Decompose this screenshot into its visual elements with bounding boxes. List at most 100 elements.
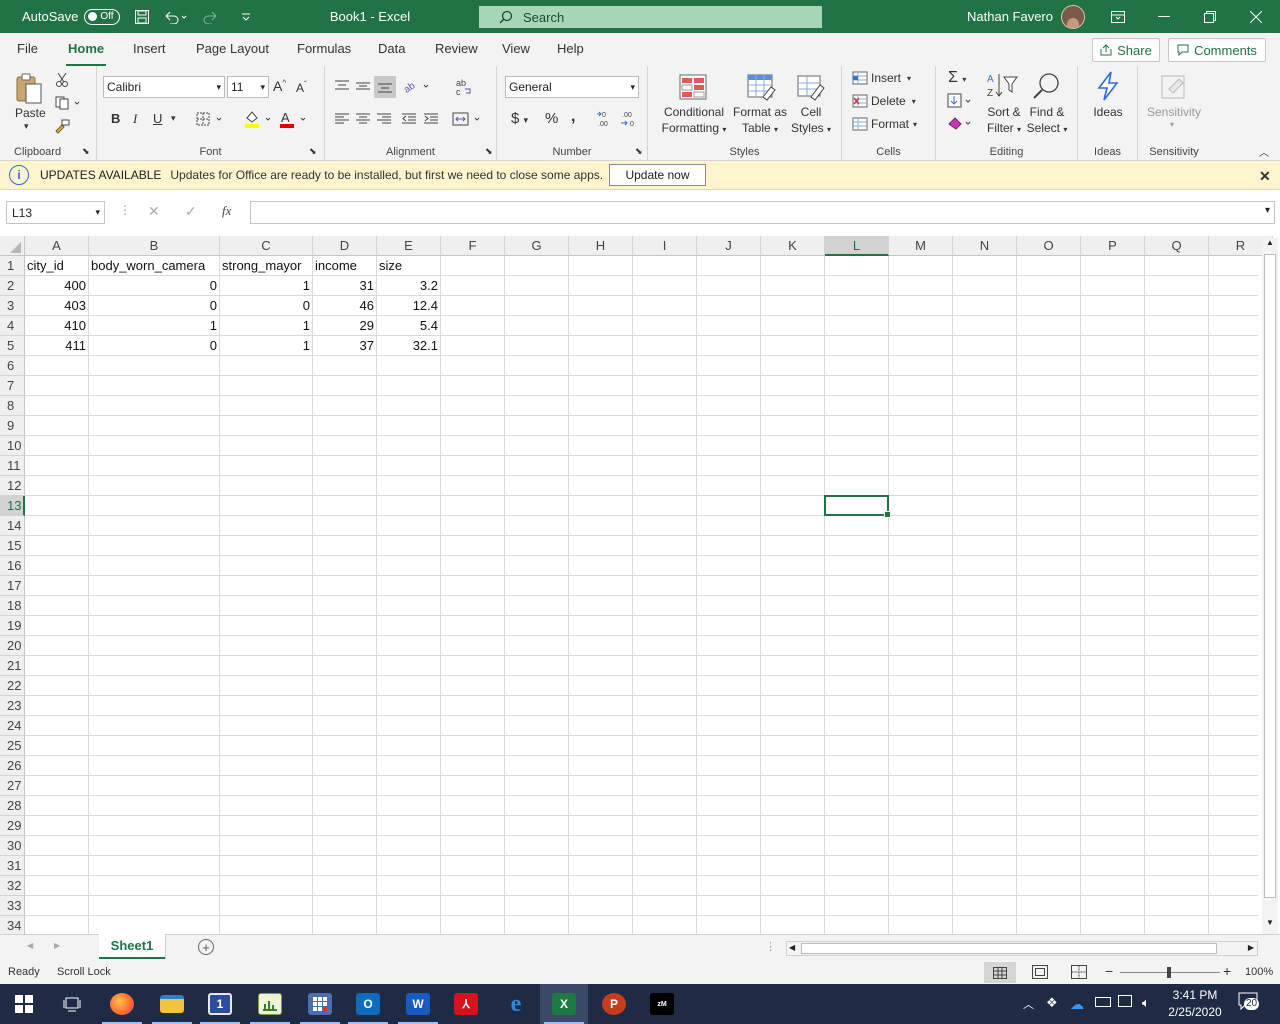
redo-icon[interactable] bbox=[198, 0, 228, 33]
vertical-scroll-thumb[interactable] bbox=[1264, 254, 1276, 898]
data-cell[interactable]: 403 bbox=[25, 296, 88, 316]
horizontal-scroll-thumb[interactable] bbox=[801, 943, 1217, 954]
action-center-icon[interactable]: 20 bbox=[1238, 992, 1264, 1016]
row-header[interactable]: 16 bbox=[0, 556, 25, 576]
data-cell[interactable]: 400 bbox=[25, 276, 88, 296]
row-header[interactable]: 1 bbox=[0, 256, 25, 276]
data-cell[interactable]: 5.4 bbox=[377, 316, 440, 336]
underline-dropdown-icon[interactable]: ▾ bbox=[171, 113, 176, 124]
format-as-table-button[interactable]: Format as Table ▾ bbox=[728, 104, 792, 138]
row-header[interactable]: 34 bbox=[0, 916, 25, 934]
outlook-icon[interactable]: O bbox=[344, 984, 392, 1024]
data-cell[interactable]: 3.2 bbox=[377, 276, 440, 296]
row-header[interactable]: 4 bbox=[0, 316, 25, 336]
column-header-d[interactable]: D bbox=[313, 236, 377, 256]
dropbox-icon[interactable]: ❖ bbox=[1046, 995, 1058, 1011]
row-header[interactable]: 10 bbox=[0, 436, 25, 456]
row-header[interactable]: 7 bbox=[0, 376, 25, 396]
find-select-button[interactable]: Find & Select ▾ bbox=[1022, 104, 1072, 138]
font-size-select[interactable]: 11 ▾ bbox=[227, 76, 269, 98]
row-header[interactable]: 29 bbox=[0, 816, 25, 836]
data-cell[interactable]: 12.4 bbox=[377, 296, 440, 316]
orientation-icon[interactable]: ab bbox=[401, 76, 433, 96]
vertical-scrollbar[interactable]: ▲ ▼ bbox=[1262, 238, 1278, 934]
column-header-a[interactable]: A bbox=[25, 236, 89, 256]
app-icon-2[interactable]: zM bbox=[638, 984, 686, 1024]
row-header[interactable]: 8 bbox=[0, 396, 25, 416]
share-button[interactable]: Share bbox=[1092, 38, 1160, 62]
save-icon[interactable] bbox=[132, 0, 152, 33]
row-header[interactable]: 32 bbox=[0, 876, 25, 896]
powerpoint-icon[interactable]: P bbox=[590, 984, 638, 1024]
file-explorer-icon[interactable] bbox=[148, 984, 196, 1024]
data-cell[interactable]: 0 bbox=[220, 296, 312, 316]
scroll-down-icon[interactable]: ▼ bbox=[1264, 918, 1276, 932]
align-middle-icon[interactable] bbox=[354, 78, 372, 94]
number-launcher-icon[interactable]: ⬊ bbox=[635, 146, 643, 157]
column-header-e[interactable]: E bbox=[377, 236, 441, 256]
autosave-toggle[interactable]: Off bbox=[84, 8, 120, 25]
cancel-entry-icon[interactable]: ✕ bbox=[148, 203, 160, 220]
copy-icon[interactable] bbox=[54, 95, 82, 111]
header-cell[interactable]: strong_mayor bbox=[220, 256, 313, 276]
data-cell[interactable]: 411 bbox=[25, 336, 88, 356]
restore-icon[interactable] bbox=[1196, 0, 1224, 33]
align-left-icon[interactable] bbox=[333, 111, 351, 127]
scroll-left-icon[interactable]: ◀ bbox=[789, 943, 795, 952]
search-box[interactable]: Search bbox=[479, 6, 822, 28]
update-now-button[interactable]: Update now bbox=[609, 164, 706, 186]
fill-icon[interactable] bbox=[946, 92, 974, 110]
italic-button[interactable]: I bbox=[133, 111, 137, 127]
paste-dropdown-icon[interactable]: ▾ bbox=[24, 121, 29, 132]
insert-function-icon[interactable]: fx bbox=[222, 203, 231, 219]
bold-button[interactable]: B bbox=[111, 111, 120, 126]
active-cell[interactable] bbox=[824, 495, 891, 518]
cell-styles-icon[interactable] bbox=[794, 72, 828, 102]
ideas-button[interactable]: Ideas bbox=[1078, 104, 1138, 120]
find-select-icon[interactable] bbox=[1030, 70, 1062, 102]
data-cell[interactable]: 31 bbox=[313, 276, 376, 296]
column-header-j[interactable]: J bbox=[697, 236, 761, 256]
font-name-select[interactable]: Calibri ▾ bbox=[103, 76, 225, 98]
data-cell[interactable]: 1 bbox=[220, 276, 312, 296]
app-icon[interactable]: 1 bbox=[196, 984, 244, 1024]
column-header-h[interactable]: H bbox=[569, 236, 633, 256]
sensitivity-button[interactable]: Sensitivity bbox=[1138, 104, 1210, 120]
calculator-icon[interactable] bbox=[296, 984, 344, 1024]
cut-icon[interactable] bbox=[54, 72, 70, 88]
font-color-icon[interactable]: A bbox=[277, 108, 309, 130]
row-header[interactable]: 6 bbox=[0, 356, 25, 376]
currency-icon[interactable]: $ ▾ bbox=[511, 110, 528, 127]
zoom-out-icon[interactable]: − bbox=[1105, 963, 1113, 979]
paste-icon[interactable] bbox=[12, 72, 46, 106]
close-updates-icon[interactable]: ✕ bbox=[1259, 168, 1271, 185]
autosave[interactable]: AutoSave Off bbox=[22, 0, 120, 33]
user-name[interactable]: Nathan Favero bbox=[960, 0, 1060, 33]
tab-file[interactable]: File bbox=[17, 41, 38, 56]
word-icon[interactable]: W bbox=[394, 984, 442, 1024]
zoom-in-icon[interactable]: + bbox=[1223, 963, 1231, 979]
horizontal-scrollbar[interactable]: ◀ ▶ bbox=[786, 941, 1258, 956]
percent-icon[interactable]: % bbox=[545, 110, 558, 127]
insert-cells-button[interactable]: Insert ▾ bbox=[852, 71, 911, 85]
close-icon[interactable] bbox=[1242, 0, 1270, 33]
normal-view-icon[interactable] bbox=[984, 962, 1016, 983]
acrobat-icon[interactable]: ⅄ bbox=[442, 984, 490, 1024]
header-cell[interactable]: city_id bbox=[25, 256, 89, 276]
row-header[interactable]: 25 bbox=[0, 736, 25, 756]
row-header[interactable]: 30 bbox=[0, 836, 25, 856]
scroll-up-icon[interactable]: ▲ bbox=[1264, 238, 1276, 252]
scroll-right-icon[interactable]: ▶ bbox=[1248, 943, 1254, 952]
sheet-scroll-right-icon[interactable]: ▶ bbox=[54, 941, 60, 950]
row-header[interactable]: 31 bbox=[0, 856, 25, 876]
merge-center-icon[interactable] bbox=[451, 109, 485, 129]
expand-formula-icon[interactable]: ▾ bbox=[1265, 205, 1270, 216]
header-cell[interactable]: income bbox=[313, 256, 377, 276]
row-header[interactable]: 18 bbox=[0, 596, 25, 616]
sensitivity-icon[interactable] bbox=[1158, 70, 1190, 102]
add-sheet-icon[interactable]: + bbox=[198, 939, 214, 955]
sort-filter-icon[interactable]: AZ bbox=[984, 70, 1020, 102]
name-box[interactable]: L13 ▾ bbox=[6, 201, 105, 224]
data-cell[interactable]: 46 bbox=[313, 296, 376, 316]
format-painter-icon[interactable] bbox=[54, 118, 70, 134]
